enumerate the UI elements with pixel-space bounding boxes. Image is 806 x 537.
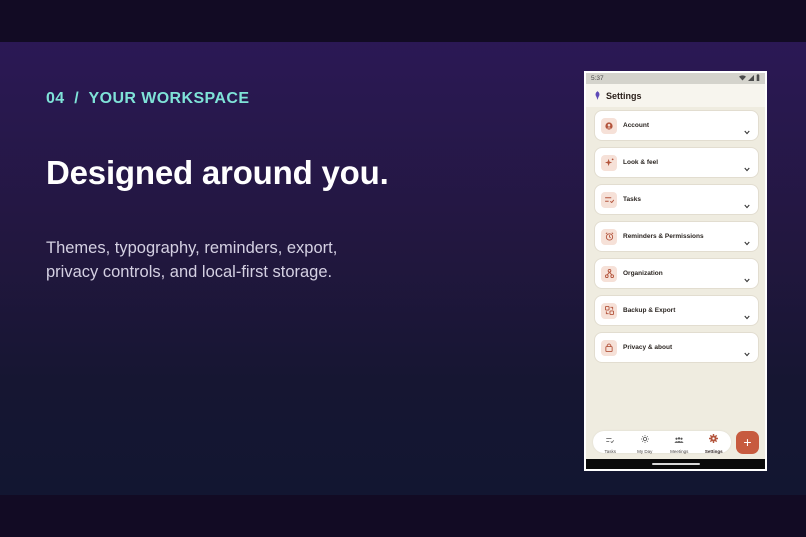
chevron-down-icon (744, 122, 750, 140)
nav-label: Tasks (604, 449, 616, 454)
settings-item-tasks[interactable]: Tasks (594, 184, 759, 215)
tasks-nav-icon (606, 430, 615, 448)
status-bar: 5:37 (586, 73, 765, 84)
settings-item-backup-export[interactable]: Backup & Export (594, 295, 759, 326)
nav-item-settings[interactable]: Settings (698, 430, 730, 454)
feather-logo-icon (594, 87, 601, 105)
description-line-1: Themes, typography, reminders, export, (46, 239, 338, 257)
chevron-down-icon (744, 270, 750, 288)
nav-label: My Day (637, 449, 653, 454)
gesture-bar (586, 459, 765, 469)
status-time: 5:37 (591, 75, 604, 82)
bottom-letterbox-band (0, 495, 806, 537)
sparkle-icon (601, 154, 617, 171)
wifi-icon (739, 74, 746, 83)
nav-item-meetings[interactable]: Meetings (663, 430, 695, 454)
settings-item-label: Tasks (623, 196, 641, 203)
gear-icon (709, 430, 719, 448)
settings-item-label: Privacy & about (623, 344, 673, 351)
settings-item-label: Organization (623, 270, 663, 277)
sun-icon (640, 430, 649, 448)
people-icon (674, 430, 684, 448)
settings-item-label: Reminders & Permissions (623, 233, 704, 240)
settings-item-label: Account (623, 122, 649, 129)
organization-icon (601, 265, 617, 282)
chevron-down-icon (744, 344, 750, 362)
battery-icon (756, 74, 760, 83)
settings-item-account[interactable]: Account (594, 110, 759, 141)
home-indicator[interactable] (652, 463, 700, 465)
app-bar: Settings (586, 84, 765, 107)
chevron-down-icon (744, 159, 750, 177)
backup-icon (601, 302, 617, 319)
slide-headline: Designed around you. (46, 154, 389, 191)
settings-item-look-and-feel[interactable]: Look & feel (594, 147, 759, 178)
lock-icon (601, 339, 617, 356)
signal-icon (748, 74, 754, 83)
add-task-button[interactable]: + (736, 431, 759, 454)
tasks-icon (601, 191, 617, 208)
description-line-2: privacy controls, and local-first storag… (46, 263, 333, 281)
settings-item-reminders-permissions[interactable]: Reminders & Permissions (594, 221, 759, 252)
top-letterbox-band (0, 0, 806, 42)
settings-item-label: Look & feel (623, 159, 659, 166)
alarm-icon (601, 228, 617, 245)
page-title: Settings (606, 90, 642, 101)
slide-description: Themes, typography, reminders, export, p… (46, 236, 406, 284)
section-kicker: 04 / YOUR WORKSPACE (46, 90, 250, 107)
nav-item-my-day[interactable]: My Day (629, 430, 661, 454)
phone-mockup: 5:37 Settings Account Look & feel Tasks … (584, 71, 767, 471)
settings-item-label: Backup & Export (623, 307, 676, 314)
nav-item-tasks[interactable]: Tasks (594, 430, 626, 454)
nav-label: Meetings (670, 449, 689, 454)
account-icon (601, 117, 617, 134)
phone-screen: 5:37 Settings Account Look & feel Tasks … (586, 73, 765, 469)
bottom-navigation: Tasks My Day Meetings Settings (593, 430, 731, 454)
chevron-down-icon (744, 196, 750, 214)
chevron-down-icon (744, 233, 750, 251)
chevron-down-icon (744, 307, 750, 325)
slide: 04 / YOUR WORKSPACE Designed around you.… (0, 42, 806, 495)
nav-label: Settings (704, 449, 723, 454)
settings-item-organization[interactable]: Organization (594, 258, 759, 289)
settings-item-privacy-about[interactable]: Privacy & about (594, 332, 759, 363)
